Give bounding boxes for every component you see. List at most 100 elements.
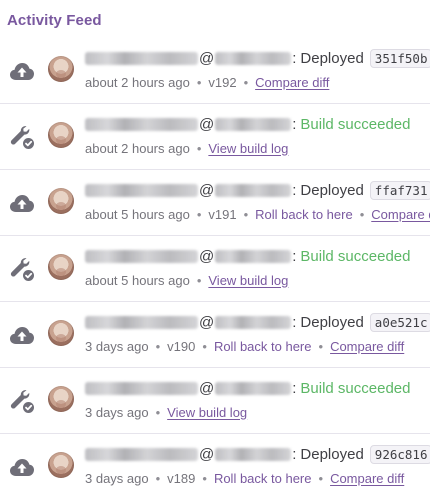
- colon: :: [292, 379, 297, 397]
- feed-item-meta: 3 days ago • v189 • Roll back to here • …: [85, 469, 404, 487]
- redacted-domain: [215, 381, 292, 395]
- release-version: v190: [167, 338, 196, 354]
- separator-dot: •: [318, 338, 324, 354]
- separator-dot: •: [155, 338, 161, 354]
- separator-dot: •: [202, 470, 207, 486]
- redacted-domain: [215, 117, 292, 131]
- redacted-username: [85, 183, 198, 197]
- at-sign: @: [199, 313, 215, 331]
- wrench-check-icon: [7, 386, 37, 416]
- redacted-username: [85, 117, 198, 131]
- redacted-domain: [215, 249, 292, 263]
- view-build-log-link[interactable]: View build log: [208, 273, 288, 288]
- feed-item-meta: about 5 hours ago • View build log: [85, 271, 288, 289]
- feed-item-headline: @ : Build succeeded: [85, 246, 410, 266]
- avatar[interactable]: [48, 386, 74, 412]
- at-sign: @: [199, 379, 215, 397]
- feed-item-meta: about 2 hours ago • v192 • Compare diff: [85, 73, 329, 91]
- wrench-check-icon: [7, 254, 37, 284]
- compare-diff-link[interactable]: Compare diff: [255, 75, 329, 90]
- separator-dot: •: [196, 272, 202, 288]
- avatar[interactable]: [48, 122, 74, 148]
- cloud-upload-icon: [7, 188, 37, 218]
- timestamp: 3 days ago: [85, 470, 149, 486]
- compare-diff-link[interactable]: Compare diff: [330, 339, 404, 354]
- colon: :: [292, 115, 297, 133]
- commit-hash[interactable]: a0e521c: [369, 312, 430, 332]
- feed-item-meta: 3 days ago • View build log: [85, 403, 247, 421]
- colon: :: [292, 247, 297, 265]
- activity-feed: @ : Deployed 351f50b about 2 hours ago •…: [0, 38, 430, 500]
- view-build-log-link[interactable]: View build log: [167, 405, 247, 420]
- commit-hash[interactable]: ffaf731: [369, 180, 430, 200]
- separator-dot: •: [196, 206, 202, 222]
- at-sign: @: [199, 247, 215, 265]
- timestamp: 3 days ago: [85, 338, 149, 354]
- redacted-domain: [215, 447, 292, 461]
- action-text: Build succeeded: [300, 115, 411, 133]
- avatar[interactable]: [48, 320, 74, 346]
- avatar[interactable]: [48, 254, 74, 280]
- feed-item-headline: @ : Deployed 351f50b: [85, 48, 430, 68]
- compare-diff-link[interactable]: Compare diff: [330, 471, 404, 486]
- feed-item: @ : Build succeeded about 5 hours ago • …: [0, 236, 430, 302]
- action-text: Deployed: [300, 445, 364, 463]
- redacted-username: [85, 447, 198, 461]
- colon: :: [292, 445, 297, 463]
- timestamp: about 2 hours ago: [85, 140, 190, 156]
- release-version: v191: [208, 206, 237, 222]
- roll-back-link[interactable]: Roll back to here: [255, 207, 353, 222]
- release-version: v189: [167, 470, 196, 486]
- action-text: Deployed: [300, 313, 364, 331]
- timestamp: about 5 hours ago: [85, 206, 190, 222]
- at-sign: @: [199, 49, 215, 67]
- separator-dot: •: [196, 140, 202, 156]
- colon: :: [292, 49, 297, 67]
- timestamp: 3 days ago: [85, 404, 149, 420]
- at-sign: @: [199, 181, 215, 199]
- separator-dot: •: [318, 470, 324, 486]
- feed-item-headline: @ : Deployed a0e521c: [85, 312, 430, 332]
- redacted-username: [85, 315, 198, 329]
- redacted-domain: [215, 183, 292, 197]
- feed-item-headline: @ : Build succeeded: [85, 114, 410, 134]
- cloud-upload-icon: [7, 320, 37, 350]
- avatar[interactable]: [48, 452, 74, 478]
- at-sign: @: [199, 445, 215, 463]
- redacted-username: [85, 381, 198, 395]
- colon: :: [292, 181, 297, 199]
- feed-item: @ : Deployed ffaf731 about 5 hours ago •…: [0, 170, 430, 236]
- separator-dot: •: [196, 74, 202, 90]
- action-text: Deployed: [300, 49, 364, 67]
- feed-item: @ : Build succeeded 3 days ago • View bu…: [0, 368, 430, 434]
- action-text: Deployed: [300, 181, 364, 199]
- action-text: Build succeeded: [300, 379, 411, 397]
- separator-dot: •: [155, 470, 161, 486]
- feed-item: @ : Deployed a0e521c 3 days ago • v190 •…: [0, 302, 430, 368]
- commit-hash[interactable]: 926c816: [369, 444, 430, 464]
- feed-item: @ : Build succeeded about 2 hours ago • …: [0, 104, 430, 170]
- redacted-domain: [215, 315, 292, 329]
- page-title: Activity Feed: [7, 12, 102, 29]
- redacted-username: [85, 249, 198, 263]
- cloud-upload-icon: [7, 452, 37, 482]
- roll-back-link[interactable]: Roll back to here: [214, 339, 312, 354]
- feed-item-headline: @ : Deployed 926c816: [85, 444, 430, 464]
- feed-item: @ : Deployed 351f50b about 2 hours ago •…: [0, 38, 430, 104]
- at-sign: @: [199, 115, 215, 133]
- timestamp: about 5 hours ago: [85, 272, 190, 288]
- feed-item-meta: about 2 hours ago • View build log: [85, 139, 288, 157]
- feed-item: @ : Deployed 926c816 3 days ago • v189 •…: [0, 434, 430, 500]
- colon: :: [292, 313, 297, 331]
- avatar[interactable]: [48, 56, 74, 82]
- wrench-check-icon: [7, 122, 37, 152]
- commit-hash[interactable]: 351f50b: [369, 48, 430, 68]
- separator-dot: •: [359, 206, 365, 222]
- roll-back-link[interactable]: Roll back to here: [214, 471, 312, 486]
- compare-diff-link[interactable]: Compare diff: [371, 207, 430, 222]
- avatar[interactable]: [48, 188, 74, 214]
- redacted-username: [85, 51, 198, 65]
- separator-dot: •: [202, 338, 207, 354]
- cloud-upload-icon: [7, 56, 37, 86]
- view-build-log-link[interactable]: View build log: [208, 141, 288, 156]
